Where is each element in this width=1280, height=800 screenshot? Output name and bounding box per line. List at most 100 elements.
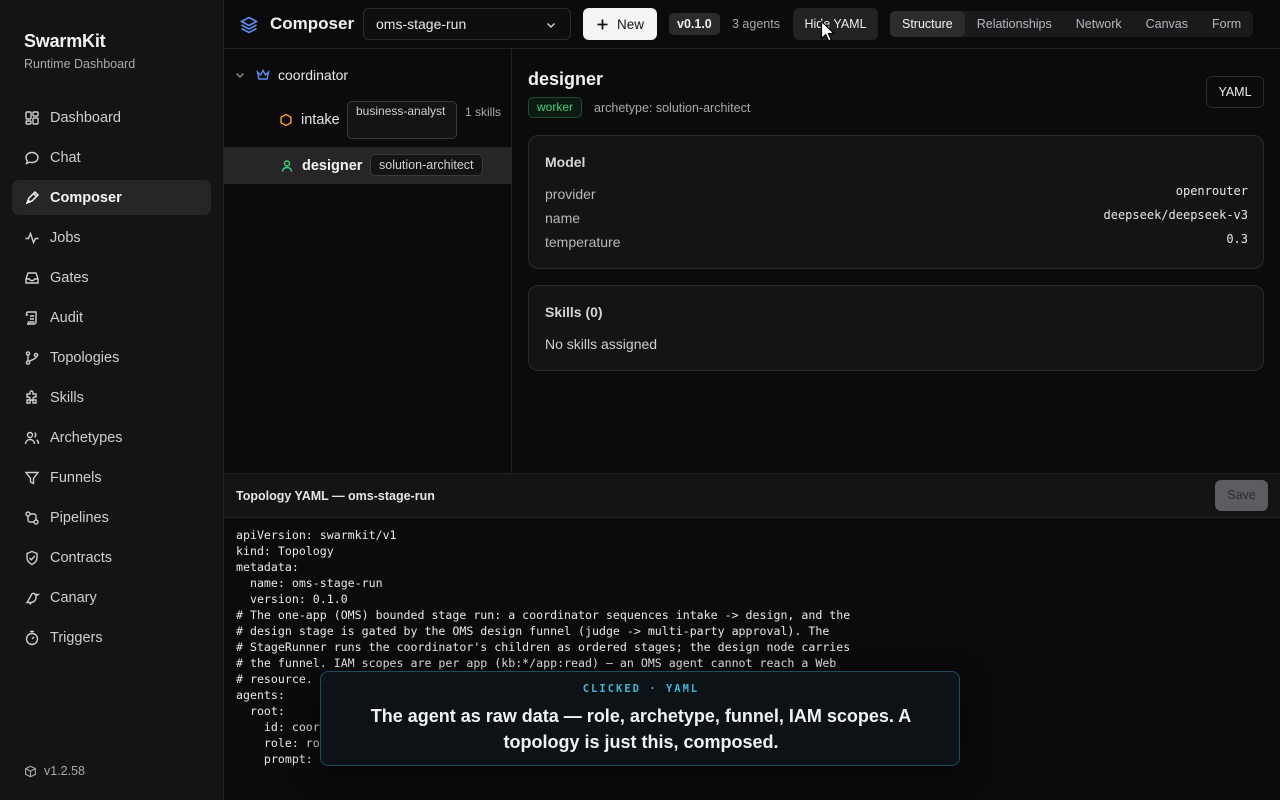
tree-node-label: intake [301, 112, 340, 128]
yaml-panel-header: Topology YAML — oms-stage-run Save [224, 473, 1280, 518]
sidebar-item-dashboard[interactable]: Dashboard [12, 100, 211, 135]
sidebar-item-label: Funnels [50, 469, 102, 486]
sidebar-item-label: Contracts [50, 549, 113, 566]
git-branch-icon [25, 350, 39, 365]
layers-icon [239, 16, 259, 34]
model-card: Model provider openrouter name deepseek/… [528, 135, 1264, 269]
sidebar-item-label: Audit [50, 309, 84, 326]
sidebar-item-label: Dashboard [50, 109, 121, 126]
sidebar-item-label: Jobs [50, 229, 81, 246]
sidebar-item-composer[interactable]: Composer [12, 180, 211, 215]
topology-select-value: oms-stage-run [376, 16, 467, 32]
sidebar-item-gates[interactable]: Gates [12, 260, 211, 295]
sidebar-item-topologies[interactable]: Topologies [12, 340, 211, 375]
sidebar-item-pipelines[interactable]: Pipelines [12, 500, 211, 535]
tab-relationships[interactable]: Relationships [965, 11, 1064, 37]
brand: SwarmKit Runtime Dashboard [24, 31, 135, 71]
agent-detail: designer worker archetype: solution-arch… [512, 49, 1280, 473]
scroll-icon [25, 310, 37, 325]
sidebar-item-jobs[interactable]: Jobs [12, 220, 211, 255]
workflow-icon [25, 510, 39, 525]
tab-form[interactable]: Form [1200, 11, 1253, 37]
sidebar-item-audit[interactable]: Audit [12, 300, 211, 335]
sidebar-item-canary[interactable]: Canary [12, 580, 211, 615]
chat-icon [25, 151, 39, 165]
sidebar-item-label: Canary [50, 589, 97, 606]
archetype-pill: solution-architect [370, 154, 483, 176]
sidebar-item-funnels[interactable]: Funnels [12, 460, 211, 495]
model-value: 0.3 [1226, 232, 1248, 246]
sidebar-item-label: Triggers [50, 629, 103, 646]
layout-grid-icon [25, 110, 39, 125]
app-root: SwarmKit Runtime Dashboard Dashboard Cha… [0, 0, 1280, 800]
sidebar-item-label: Gates [50, 269, 89, 286]
app-version: v1.2.58 [24, 764, 85, 778]
sidebar-item-label: Pipelines [50, 509, 109, 526]
view-tabs: Structure Relationships Network Canvas F… [890, 11, 1254, 37]
skills-card: Skills (0) No skills assigned [528, 285, 1264, 371]
save-button[interactable]: Save [1215, 480, 1268, 511]
yaml-panel-title: Topology YAML — oms-stage-run [236, 489, 435, 503]
model-value: openrouter [1175, 184, 1248, 198]
compose-icon [25, 190, 40, 204]
app-version-text: v1.2.58 [44, 764, 86, 778]
model-card-title: Model [545, 154, 586, 170]
tooltip-text: The agent as raw data — role, archetype,… [370, 706, 912, 752]
agent-name: designer [528, 69, 604, 89]
tooltip-kicker: CLICKED · YAML [582, 683, 700, 695]
sidebar-item-label: Composer [50, 189, 122, 206]
skills-empty-text: No skills assigned [545, 336, 658, 352]
sidebar-item-label: Chat [50, 149, 81, 166]
sidebar: SwarmKit Runtime Dashboard Dashboard Cha… [0, 0, 224, 800]
mouse-cursor-icon [820, 20, 835, 42]
sidebar-nav: Dashboard Chat Composer Jobs Gates Audit [12, 100, 211, 660]
sidebar-item-label: Skills [50, 389, 84, 406]
sidebar-item-label: Topologies [50, 349, 120, 366]
agent-tree: coordinator intake business-analyst 1 sk… [224, 49, 512, 473]
sidebar-item-triggers[interactable]: Triggers [12, 620, 211, 655]
walkthrough-tooltip: CLICKED · YAML The agent as raw data — r… [320, 671, 960, 766]
users-icon [24, 431, 40, 444]
model-row-name: name deepseek/deepseek-v3 [545, 208, 1249, 226]
role-badge: worker [528, 97, 583, 118]
timer-icon [25, 630, 39, 645]
sidebar-item-skills[interactable]: Skills [12, 380, 211, 415]
new-button[interactable]: New [583, 8, 657, 40]
sidebar-item-archetypes[interactable]: Archetypes [12, 420, 211, 455]
tree-node-label: coordinator [278, 67, 349, 83]
tree-node-intake[interactable]: intake business-analyst 1 skills [224, 101, 512, 139]
package-icon [25, 765, 36, 777]
hexagon-icon [280, 113, 292, 127]
brand-subtitle: Runtime Dashboard [24, 57, 136, 71]
topbar: Composer oms-stage-run New v0.1.0 3 agen… [224, 0, 1280, 49]
page-title: Composer [270, 14, 355, 33]
tab-network[interactable]: Network [1064, 11, 1134, 37]
shield-check-icon [26, 550, 38, 565]
model-row-provider: provider openrouter [545, 184, 1248, 202]
topology-select[interactable]: oms-stage-run [363, 8, 571, 40]
archetype-pill: business-analyst [347, 101, 457, 139]
tree-node-coordinator[interactable]: coordinator [224, 63, 512, 87]
skills-card-title: Skills (0) [545, 304, 603, 320]
tree-node-label: designer [302, 157, 363, 174]
yaml-button[interactable]: YAML [1206, 76, 1264, 108]
tab-structure[interactable]: Structure [890, 11, 965, 37]
puzzle-icon [26, 389, 37, 404]
skills-count: 1 skills [465, 105, 502, 119]
inbox-icon [25, 271, 39, 284]
bird-icon [25, 592, 40, 605]
tree-node-designer[interactable]: designer solution-architect [224, 147, 512, 184]
model-value: deepseek/deepseek-v3 [1103, 208, 1249, 222]
sidebar-item-chat[interactable]: Chat [12, 140, 211, 175]
funnel-icon [24, 471, 40, 485]
brand-title: SwarmKit [24, 31, 106, 51]
crown-icon [256, 69, 270, 80]
sidebar-item-contracts[interactable]: Contracts [12, 540, 211, 575]
activity-icon [25, 230, 39, 244]
tab-canvas[interactable]: Canvas [1134, 11, 1200, 37]
chevron-down-icon[interactable] [234, 69, 246, 81]
archetype-label: archetype: solution-architect [594, 101, 751, 115]
user-icon [281, 159, 293, 172]
model-key: provider [545, 186, 596, 202]
model-key: temperature [545, 234, 621, 250]
